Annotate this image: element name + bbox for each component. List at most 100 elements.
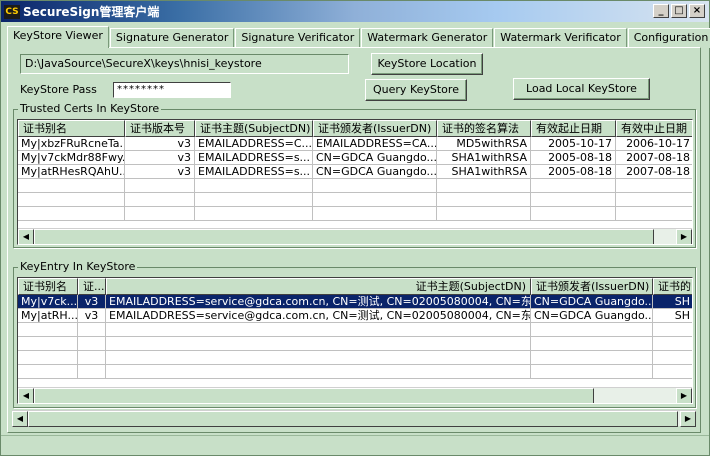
table-row [18,207,692,221]
status-bar [1,435,709,455]
table-cell: My|atRH... [18,309,78,323]
table-cell: CN=GDCA Guangdo... [313,151,437,165]
app-logo-icon: CS [4,4,20,19]
load-local-keystore-button[interactable]: Load Local KeyStore [513,78,650,100]
tab-watermark-generator[interactable]: Watermark Generator [361,28,494,48]
close-icon[interactable]: × [689,4,705,18]
table-row[interactable]: My|xbzFRuRcneTa... v3 EMAILADDRESS=C... … [18,137,692,151]
table-row[interactable]: My|atRH... v3 EMAILADDRESS=service@gdca.… [18,309,692,323]
scroll-right-icon[interactable]: ▶ [676,388,692,403]
keyentry-table: 证书别名 证... 证书主题(SubjectDN) 证书颁发者(IssuerDN… [17,277,693,404]
table-row[interactable]: My|atRHesRQAhU... v3 EMAILADDRESS=s... C… [18,165,692,179]
trusted-certs-title: Trusted Certs In KeyStore [18,102,162,115]
scroll-left-icon[interactable]: ◀ [18,229,34,244]
table-row [18,179,692,193]
column-header[interactable]: 证书的签名算法 [437,120,531,137]
tab-watermark-verificator[interactable]: Watermark Verificator [494,28,627,48]
table-cell: EMAILADDRESS=CA... [313,137,437,151]
table-cell: My|atRHesRQAhU... [18,165,125,179]
keyentry-header: 证书别名 证... 证书主题(SubjectDN) 证书颁发者(IssuerDN… [18,278,692,295]
trusted-certs-header: 证书别名 证书版本号 证书主题(SubjectDN) 证书颁发者(IssuerD… [18,120,692,137]
tab-signature-verificator[interactable]: Signature Verificator [235,28,361,48]
tab-signature-generator[interactable]: Signature Generator [109,28,235,48]
table-row [18,365,692,379]
table-cell: v3 [125,165,195,179]
column-header[interactable]: 证... [78,278,106,295]
tab-bar: KeyStore Viewer Signature Generator Sign… [7,26,710,48]
scroll-left-icon[interactable]: ◀ [18,388,34,403]
table-cell: My|xbzFRuRcneTa... [18,137,125,151]
table-cell: EMAILADDRESS=s... [195,151,313,165]
trusted-certs-rows: My|xbzFRuRcneTa... v3 EMAILADDRESS=C... … [18,137,692,221]
table-cell: 2007-08-18 [616,151,692,165]
maximize-icon[interactable]: □ [671,4,687,18]
panel-hscrollbar[interactable]: ◀ ▶ [12,410,696,427]
keyentry-hscrollbar[interactable]: ◀ ▶ [18,387,692,403]
column-header[interactable]: 证书主题(SubjectDN) [106,278,531,295]
tab-keystore-viewer[interactable]: KeyStore Viewer [7,26,109,48]
keyentry-group: KeyEntry In KeyStore 证书别名 证... 证书主题(Subj… [13,260,696,408]
scroll-left-icon[interactable]: ◀ [12,411,28,427]
table-cell: MD5withRSA [437,137,531,151]
table-cell: My|v7ck... [18,295,78,309]
table-cell: 2005-08-18 [531,165,616,179]
table-cell: My|v7ckMdr88Fwy... [18,151,125,165]
table-cell: CN=GDCA Guangdo... [531,295,653,309]
keystore-path-field[interactable]: D:\JavaSource\SecureX\keys\hnisi_keystor… [20,54,349,74]
scroll-thumb[interactable] [34,388,594,403]
scroll-thumb[interactable] [34,229,654,244]
table-cell: SHA1withRSA [437,165,531,179]
column-header[interactable]: 证书颁发者(IssuerDN) [531,278,653,295]
column-header[interactable]: 证书颁发者(IssuerDN) [313,120,437,137]
app-window: CS SecureSign管理客户端 _ □ × KeyStore Viewer… [0,0,710,456]
column-header[interactable]: 证书主题(SubjectDN) [195,120,313,137]
tab-configuration[interactable]: Configuration [627,28,710,48]
table-cell: SH [653,295,692,309]
window-title: SecureSign管理客户端 [23,5,160,19]
keystore-pass-input[interactable]: ******** [113,82,231,98]
keystore-viewer-panel: D:\JavaSource\SecureX\keys\hnisi_keystor… [7,47,701,433]
keyentry-rows: My|v7ck... v3 EMAILADDRESS=service@gdca.… [18,295,692,379]
trusted-certs-group: Trusted Certs In KeyStore 证书别名 证书版本号 证书主… [13,102,696,248]
table-cell: CN=GDCA Guangdo... [531,309,653,323]
column-header[interactable]: 证书的 [653,278,692,295]
table-cell: 2005-08-18 [531,151,616,165]
keyentry-title: KeyEntry In KeyStore [18,260,138,273]
title-bar[interactable]: CS SecureSign管理客户端 _ □ × [1,1,709,22]
table-cell: v3 [125,151,195,165]
table-cell: v3 [78,309,106,323]
column-header[interactable]: 证书别名 [18,120,125,137]
table-cell: EMAILADDRESS=s... [195,165,313,179]
scroll-right-icon[interactable]: ▶ [680,411,696,427]
table-cell: CN=GDCA Guangdo... [313,165,437,179]
keystore-location-button[interactable]: KeyStore Location [371,53,483,75]
table-row [18,193,692,207]
table-cell: SH [653,309,692,323]
scroll-thumb[interactable] [28,411,678,427]
table-row [18,337,692,351]
table-cell: 2007-08-18 [616,165,692,179]
window-controls: _ □ × [653,4,705,18]
trusted-certs-table: 证书别名 证书版本号 证书主题(SubjectDN) 证书颁发者(IssuerD… [17,119,693,245]
column-header[interactable]: 证书别名 [18,278,78,295]
table-row[interactable]: My|v7ckMdr88Fwy... v3 EMAILADDRESS=s... … [18,151,692,165]
query-keystore-button[interactable]: Query KeyStore [365,79,467,101]
scroll-right-icon[interactable]: ▶ [676,229,692,244]
table-cell: v3 [125,137,195,151]
column-header[interactable]: 有效中止日期 [616,120,692,137]
table-cell: 2006-10-17 [616,137,692,151]
table-cell: 2005-10-17 [531,137,616,151]
minimize-icon[interactable]: _ [653,4,669,18]
column-header[interactable]: 证书版本号 [125,120,195,137]
table-row [18,351,692,365]
table-cell: EMAILADDRESS=service@gdca.com.cn, CN=测试,… [106,309,531,323]
table-cell: SHA1withRSA [437,151,531,165]
keystore-pass-label: KeyStore Pass [20,83,97,96]
table-cell: EMAILADDRESS=C... [195,137,313,151]
table-cell: EMAILADDRESS=service@gdca.com.cn, CN=测试,… [106,295,531,309]
trusted-certs-hscrollbar[interactable]: ◀ ▶ [18,228,692,244]
table-row [18,323,692,337]
column-header[interactable]: 有效起止日期 [531,120,616,137]
table-row-selected[interactable]: My|v7ck... v3 EMAILADDRESS=service@gdca.… [18,295,692,309]
table-cell: v3 [78,295,106,309]
